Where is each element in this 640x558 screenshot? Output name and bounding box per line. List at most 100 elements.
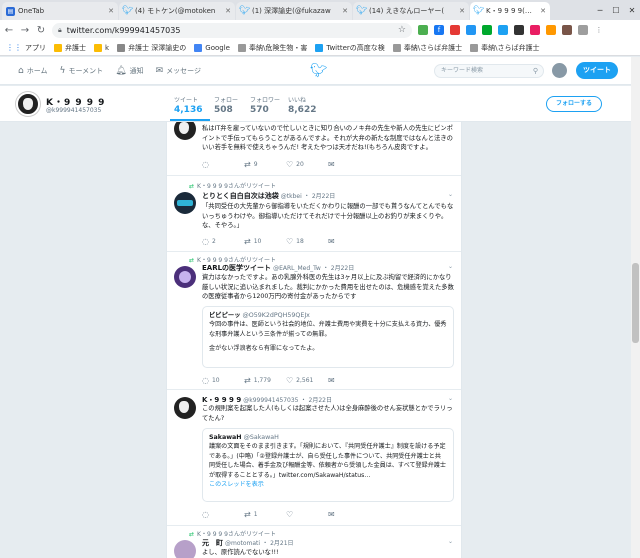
close-window-icon[interactable]: ✕ <box>624 6 640 15</box>
back-icon[interactable]: ← <box>4 25 14 36</box>
dm-button[interactable]: ✉ <box>328 510 370 519</box>
tweet-avatar[interactable] <box>174 122 196 140</box>
tweet[interactable]: ⇄ K・9 9 9 9さんがリツイート EARLの医学ツイート @EARL_Med_… <box>167 252 461 390</box>
bookmark-apps[interactable]: ⋮⋮ アプリ <box>6 43 46 53</box>
tweet-avatar[interactable] <box>174 397 196 419</box>
extension-icon[interactable] <box>418 25 428 35</box>
evernote-icon[interactable] <box>482 25 492 35</box>
author-name[interactable]: とりとく自白自次は池袋 <box>202 192 279 200</box>
reply-button[interactable]: ◌ <box>202 510 244 519</box>
search-icon[interactable]: ⚲ <box>533 65 538 77</box>
tweet-date[interactable]: 2月21日 <box>270 540 293 547</box>
user-avatar[interactable] <box>552 63 567 78</box>
reply-button[interactable]: ◌ 2 <box>202 237 244 246</box>
chevron-down-icon[interactable]: ⌄ <box>448 191 453 198</box>
tweet[interactable]: K・9 9 9 9 @k999941457035 ・ 2月22日 ⌄ この規則案を起案… <box>167 390 461 526</box>
bookmark-folder[interactable]: k <box>94 43 109 52</box>
chevron-down-icon[interactable]: ⌄ <box>448 263 453 270</box>
close-icon[interactable]: ✕ <box>342 7 348 15</box>
scrollbar-thumb[interactable] <box>632 263 639 343</box>
extension-icon[interactable] <box>450 25 460 35</box>
browser-tab-ekinan[interactable]: 🐦︎ (14) えきなんローヤー( ✕ <box>353 2 469 20</box>
bookmark-link[interactable]: 奉納\さらば弁護士 <box>470 43 540 53</box>
tweet-date[interactable]: 2月22日 <box>312 193 335 200</box>
bookmark-link[interactable]: 奉納\危険生物・害 <box>237 43 307 53</box>
show-thread-link[interactable]: このスレッドを表示 <box>209 480 447 490</box>
close-icon[interactable]: ✕ <box>225 7 231 15</box>
extension-icon[interactable] <box>514 25 524 35</box>
menu-dots-icon[interactable]: ⋮ <box>594 25 604 35</box>
extension-icon[interactable] <box>578 25 588 35</box>
dm-button[interactable]: ✉ <box>328 160 370 169</box>
browser-tab-fukazawa[interactable]: 🐦︎ (1) 深澤諭史(@fukazaw ✕ <box>236 2 352 20</box>
bookmark-star-icon[interactable]: ☆ <box>398 25 406 35</box>
retweet-button[interactable]: ⇄ 1 <box>244 510 286 519</box>
retweet-button[interactable]: ⇄ 10 <box>244 237 286 246</box>
reply-button[interactable]: ◌ 10 <box>202 376 244 385</box>
tweet-avatar[interactable] <box>174 540 196 558</box>
close-icon[interactable]: ✕ <box>459 7 465 15</box>
url-input[interactable]: 🔒︎ twitter.com/k999941457035 ☆ <box>52 22 412 38</box>
like-button[interactable]: ♡ <box>286 510 328 519</box>
bookmark-link[interactable]: 奉納\さらば弁護士 <box>392 43 462 53</box>
tweet[interactable]: ⇄ K・9 9 9 9さんがリツイート 元 町 @motomati ・ 2月21日 ⌄ … <box>167 526 461 558</box>
facebook-icon[interactable]: f <box>434 25 444 35</box>
extension-icon[interactable] <box>562 25 572 35</box>
stat-likes[interactable]: いいね 8,622 <box>288 95 316 115</box>
close-icon[interactable]: ✕ <box>540 7 546 15</box>
reload-icon[interactable]: ↻ <box>36 25 46 36</box>
extension-icon[interactable] <box>466 25 476 35</box>
dm-button[interactable]: ✉ <box>328 376 370 385</box>
stat-followers[interactable]: フォロワー 570 <box>250 95 280 115</box>
reply-button[interactable]: ◌ <box>202 160 244 169</box>
author-name[interactable]: K・9 9 9 9 <box>202 396 241 404</box>
browser-tab-k9999[interactable]: 🐦︎ K・9 9 9 9(@k99994145 ✕ <box>470 2 550 20</box>
extension-icon[interactable] <box>530 25 540 35</box>
tweet-button[interactable]: ツイート <box>576 62 618 79</box>
page-scrollbar[interactable] <box>631 57 640 558</box>
browser-tab-motoken[interactable]: 🐦︎ (4) モトケン(@motoken ✕ <box>119 2 235 20</box>
chevron-down-icon[interactable]: ⌄ <box>448 538 453 545</box>
bookmark-link[interactable]: Google <box>194 43 230 52</box>
retweet-button[interactable]: ⇄ 9 <box>244 160 286 169</box>
tweet-actions: ◌ ⇄ 9 ♡ 20 ✉ <box>202 160 370 169</box>
tweet-date[interactable]: 2月22日 <box>331 265 354 272</box>
chevron-down-icon[interactable]: ⌄ <box>448 395 453 402</box>
search-input[interactable]: キーワード検索 ⚲ <box>434 64 544 78</box>
tweet-actions: ◌ 2 ⇄ 10 ♡ 18 ✉ <box>202 237 370 246</box>
tab-title: K・9 9 9 9(@k99994145 <box>486 7 537 15</box>
tweet[interactable]: ⇄ K・9 9 9 9さんがリツイート とりとく自白自次は池袋 @tkbei ・ 2月2… <box>167 176 461 252</box>
bookmark-folder[interactable]: 弁護士 <box>54 43 86 53</box>
nav-messages[interactable]: ✉ メッセージ <box>156 66 201 76</box>
nav-home[interactable]: ⌂ ホーム <box>18 66 48 76</box>
retweet-button[interactable]: ⇄ 1,779 <box>244 376 286 385</box>
maximize-icon[interactable]: ☐ <box>608 6 624 15</box>
tweet-avatar[interactable] <box>174 266 196 288</box>
tweet-date[interactable]: 2月22日 <box>309 397 332 404</box>
quoted-tweet[interactable]: ビビピーッ @O59K2dPQH59QEJx 今回の事件は、医師という社会的地位、… <box>202 306 454 368</box>
close-icon[interactable]: ✕ <box>108 7 114 15</box>
dm-button[interactable]: ✉ <box>328 237 370 246</box>
quoted-tweet[interactable]: SakawaH @SakawaH 議案の文面をそのまま引きます。「規則において、『… <box>202 428 454 502</box>
like-button[interactable]: ♡ 20 <box>286 160 328 169</box>
bookmark-link[interactable]: 弁護士 深澤諭史の <box>117 43 186 53</box>
extension-icon[interactable] <box>498 25 508 35</box>
bookmark-link[interactable]: Twitterの高度な検 <box>315 43 385 53</box>
nav-notifications[interactable]: 🔔︎ 通知 <box>115 66 143 76</box>
stat-tweets[interactable]: ツイート 4,136 <box>174 95 202 115</box>
like-button[interactable]: ♡ 18 <box>286 237 328 246</box>
profile-avatar[interactable] <box>16 92 40 116</box>
tweet-avatar[interactable] <box>174 192 196 214</box>
twitter-logo-icon[interactable]: 🐦︎ <box>310 63 328 79</box>
like-button[interactable]: ♡ 2,561 <box>286 376 328 385</box>
nav-moments[interactable]: ϟ モーメント <box>60 66 104 76</box>
extension-icon[interactable] <box>546 25 556 35</box>
follow-button[interactable]: フォローする <box>546 96 602 112</box>
stat-following[interactable]: フォロー 508 <box>214 95 238 115</box>
forward-icon[interactable]: → <box>20 25 30 36</box>
author-name[interactable]: 元 町 <box>202 539 223 547</box>
browser-tab-onetab[interactable]: ▤ OneTab ✕ <box>2 2 118 20</box>
author-name[interactable]: EARLの医学ツイート <box>202 264 271 272</box>
tweet[interactable]: 私はIT弁を雇っていないので忙しいときに知り合いのノキ弁の先生や新人の先生にピン… <box>167 122 461 176</box>
minimize-icon[interactable]: ─ <box>592 6 608 15</box>
